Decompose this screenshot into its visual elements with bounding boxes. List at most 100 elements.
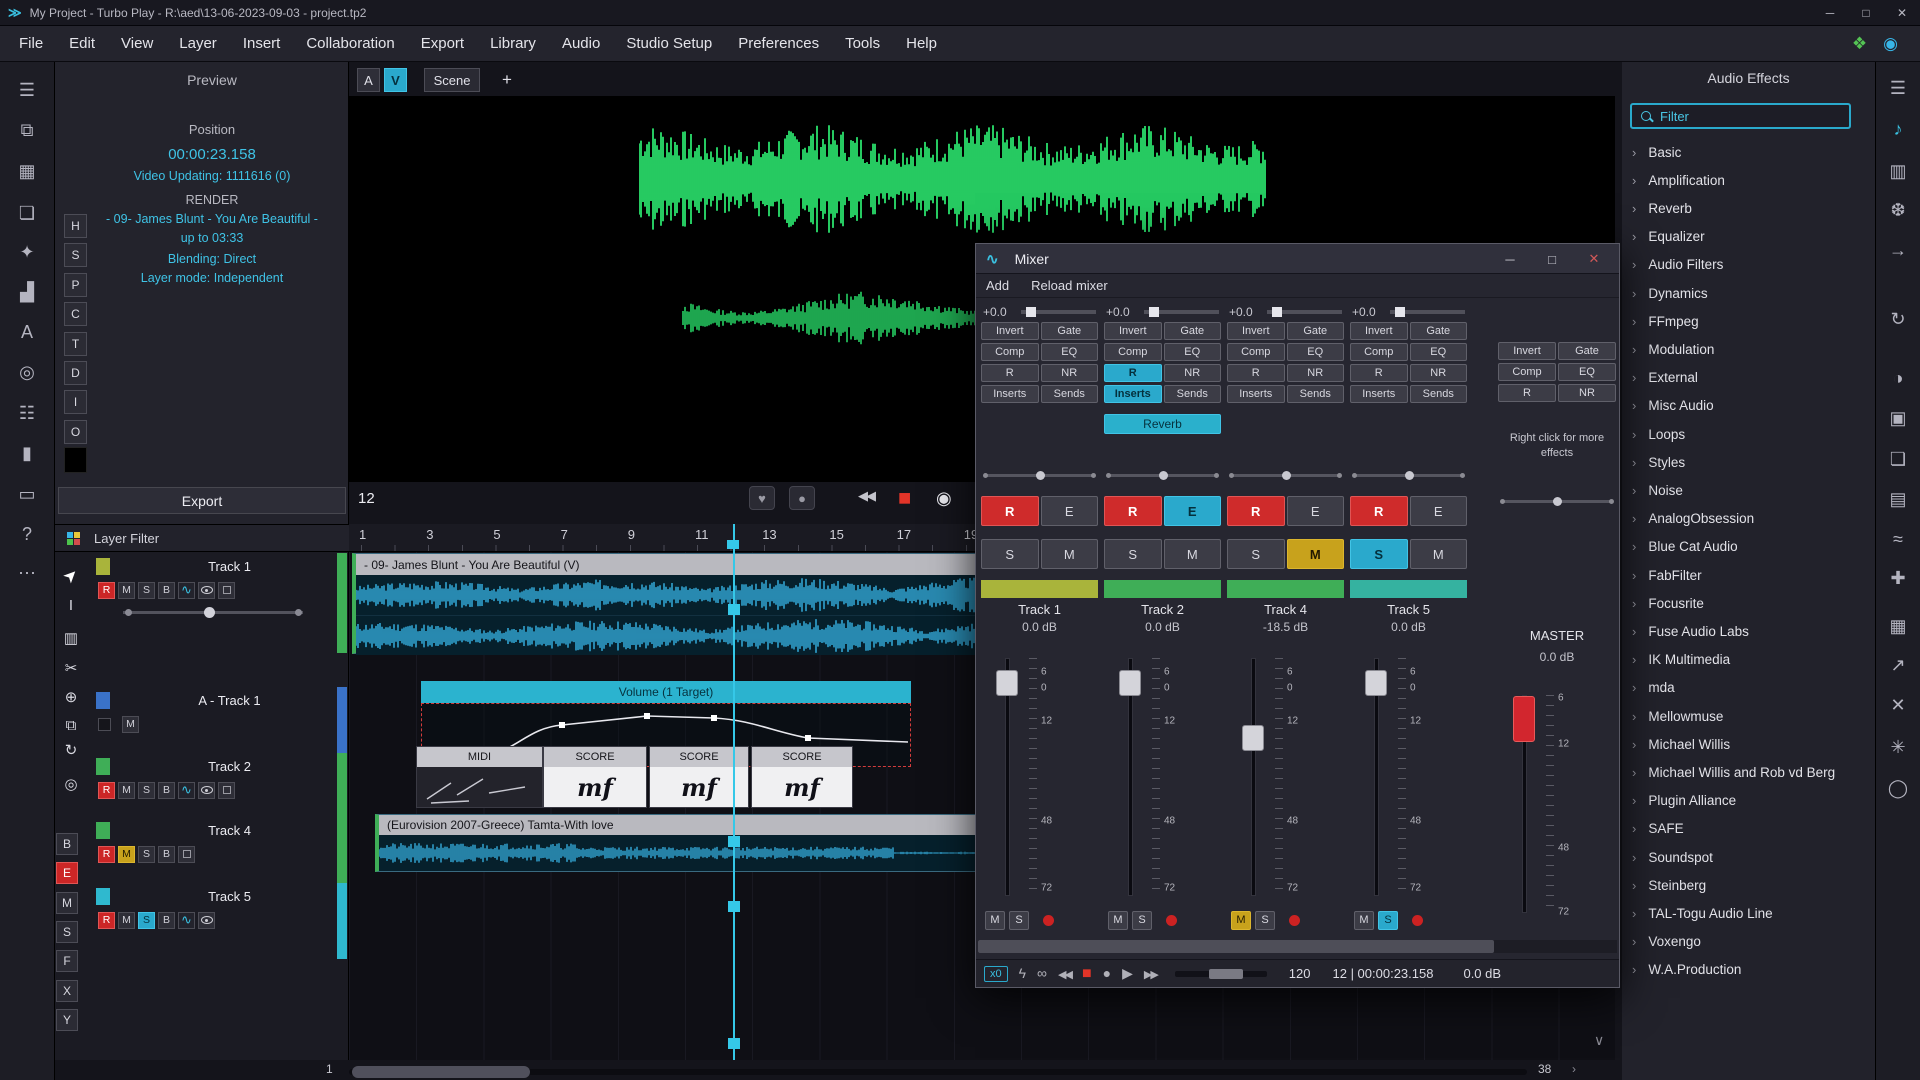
favorite-icon[interactable]: ♥: [749, 486, 775, 510]
playhead-handle[interactable]: [728, 836, 740, 847]
solo-button[interactable]: S: [1009, 911, 1029, 930]
record-indicator[interactable]: [1166, 915, 1177, 926]
stats-icon[interactable]: ▤: [1876, 489, 1920, 510]
extra-toggle[interactable]: [178, 846, 195, 863]
layer-toggle-o[interactable]: O: [64, 420, 87, 444]
effect-category[interactable]: ›Voxengo: [1622, 928, 1875, 956]
layer-toggle-d[interactable]: D: [64, 361, 87, 385]
menu-file[interactable]: File: [6, 26, 56, 62]
effect-category[interactable]: ›SAFE: [1622, 815, 1875, 843]
loop-icon[interactable]: ∞: [1037, 965, 1047, 981]
nr-button[interactable]: NR: [1558, 384, 1616, 402]
export-button[interactable]: Export: [58, 487, 346, 514]
menu-tools[interactable]: Tools: [832, 26, 893, 62]
freeze-icon[interactable]: ❆: [1876, 200, 1920, 221]
nr-button[interactable]: NR: [1287, 364, 1345, 382]
track-r-button[interactable]: R: [98, 846, 115, 863]
track-s-button[interactable]: S: [138, 782, 155, 799]
solo-button[interactable]: S: [1350, 539, 1408, 569]
rotate-tool-icon[interactable]: ↻: [57, 741, 85, 759]
effect-category[interactable]: ›Michael Willis: [1622, 730, 1875, 758]
mute-button[interactable]: M: [1354, 911, 1374, 930]
menu-edit[interactable]: Edit: [56, 26, 108, 62]
gain-slider[interactable]: [1390, 310, 1465, 314]
effect-category[interactable]: ›Reverb: [1622, 194, 1875, 222]
fader-cap[interactable]: [1365, 670, 1387, 696]
target-tool-icon[interactable]: ◎: [57, 775, 85, 793]
playhead-handle[interactable]: [728, 604, 740, 615]
inserts-button[interactable]: Inserts: [1104, 385, 1162, 403]
effect-category[interactable]: ›Misc Audio: [1622, 392, 1875, 420]
invert-button[interactable]: Invert: [1498, 342, 1556, 360]
menu-insert[interactable]: Insert: [230, 26, 294, 62]
track-b-button[interactable]: B: [158, 912, 175, 929]
menu-layer[interactable]: Layer: [166, 26, 230, 62]
effect-category[interactable]: ›Loops: [1622, 420, 1875, 448]
master-fader-cap[interactable]: [1513, 696, 1535, 742]
track-s-button[interactable]: S: [138, 582, 155, 599]
mute-checkbox[interactable]: [98, 718, 111, 731]
effect-category[interactable]: ›FFmpeg: [1622, 307, 1875, 335]
effect-category[interactable]: ›IK Multimedia: [1622, 646, 1875, 674]
track-header-1[interactable]: Track 1RMSB∿: [86, 553, 349, 653]
plugin-icon[interactable]: ❖: [1852, 34, 1867, 54]
mute-button[interactable]: M: [1164, 539, 1222, 569]
pan-slider[interactable]: [1225, 466, 1346, 484]
mute-button[interactable]: M: [1410, 539, 1468, 569]
menu-icon[interactable]: ☰: [1876, 78, 1920, 99]
rewind-icon[interactable]: ◀◀: [1058, 969, 1071, 981]
master-pan-slider[interactable]: [1496, 492, 1618, 510]
gate-button[interactable]: Gate: [1410, 322, 1468, 340]
mixer-menu-reload[interactable]: Reload mixer: [1031, 278, 1108, 293]
more-icon[interactable]: ⋯: [0, 563, 54, 584]
mixer-close-button[interactable]: ✕: [1573, 244, 1615, 274]
solo-button[interactable]: S: [1227, 539, 1285, 569]
effect-category[interactable]: ›Modulation: [1622, 335, 1875, 363]
monitor-icon[interactable]: ❏: [1876, 449, 1920, 470]
eq-bars-icon[interactable]: ▥: [1876, 161, 1920, 182]
effect-category[interactable]: ›W.A.Production: [1622, 956, 1875, 984]
r-button[interactable]: R: [1104, 364, 1162, 382]
track-header-5[interactable]: Track 5RMSB∿: [86, 883, 349, 959]
playhead-handle[interactable]: [728, 901, 740, 912]
scroll-chevron-icon[interactable]: ›: [1572, 1062, 1576, 1076]
effect-category[interactable]: ›Plugin Alliance: [1622, 787, 1875, 815]
volume-fader[interactable]: 60124872: [1102, 652, 1223, 902]
waves-icon[interactable]: ≈: [1876, 529, 1920, 550]
effect-category[interactable]: ›Dynamics: [1622, 279, 1875, 307]
rewind-icon[interactable]: ◀◀: [858, 488, 874, 504]
r-button[interactable]: R: [1350, 364, 1408, 382]
menu-collaboration[interactable]: Collaboration: [293, 26, 407, 62]
gate-button[interactable]: Gate: [1558, 342, 1616, 360]
punch-icon[interactable]: ϟ: [1019, 965, 1026, 981]
nr-button[interactable]: NR: [1410, 364, 1468, 382]
volume-fader[interactable]: 60124872: [979, 652, 1100, 902]
image-icon[interactable]: ▣: [1876, 408, 1920, 429]
chart-icon[interactable]: ▟: [0, 282, 54, 303]
record-circle-icon[interactable]: ◉: [936, 488, 952, 509]
clone-tool-icon[interactable]: ⧉: [57, 717, 85, 734]
mixer-hscroll-thumb[interactable]: [978, 940, 1494, 953]
edit-button[interactable]: E: [1287, 496, 1345, 526]
automation-curve-icon[interactable]: ∿: [178, 782, 195, 799]
sparkle2-icon[interactable]: ✳: [1876, 737, 1920, 758]
eq-button[interactable]: EQ: [1558, 363, 1616, 381]
eq-button[interactable]: EQ: [1164, 343, 1222, 361]
effects-filter-input[interactable]: Filter: [1630, 103, 1851, 129]
layer-toggle-s[interactable]: S: [64, 243, 87, 267]
comp-button[interactable]: Comp: [1104, 343, 1162, 361]
collapse-chevron-icon[interactable]: ∨: [1594, 1032, 1604, 1049]
timeline-hscroll-thumb[interactable]: [352, 1066, 530, 1078]
eq-button[interactable]: EQ: [1410, 343, 1468, 361]
effect-category[interactable]: ›mda: [1622, 674, 1875, 702]
tab-audio[interactable]: A: [357, 68, 380, 92]
help-icon[interactable]: ?: [0, 524, 54, 545]
track-r-button[interactable]: R: [98, 782, 115, 799]
layer-toggle-t[interactable]: T: [64, 332, 87, 356]
edit-letter-e[interactable]: E: [56, 862, 78, 884]
r-button[interactable]: R: [1498, 384, 1556, 402]
record-indicator[interactable]: [1412, 915, 1423, 926]
track-r-button[interactable]: R: [98, 582, 115, 599]
effect-category[interactable]: ›Noise: [1622, 476, 1875, 504]
record-indicator[interactable]: [1043, 915, 1054, 926]
